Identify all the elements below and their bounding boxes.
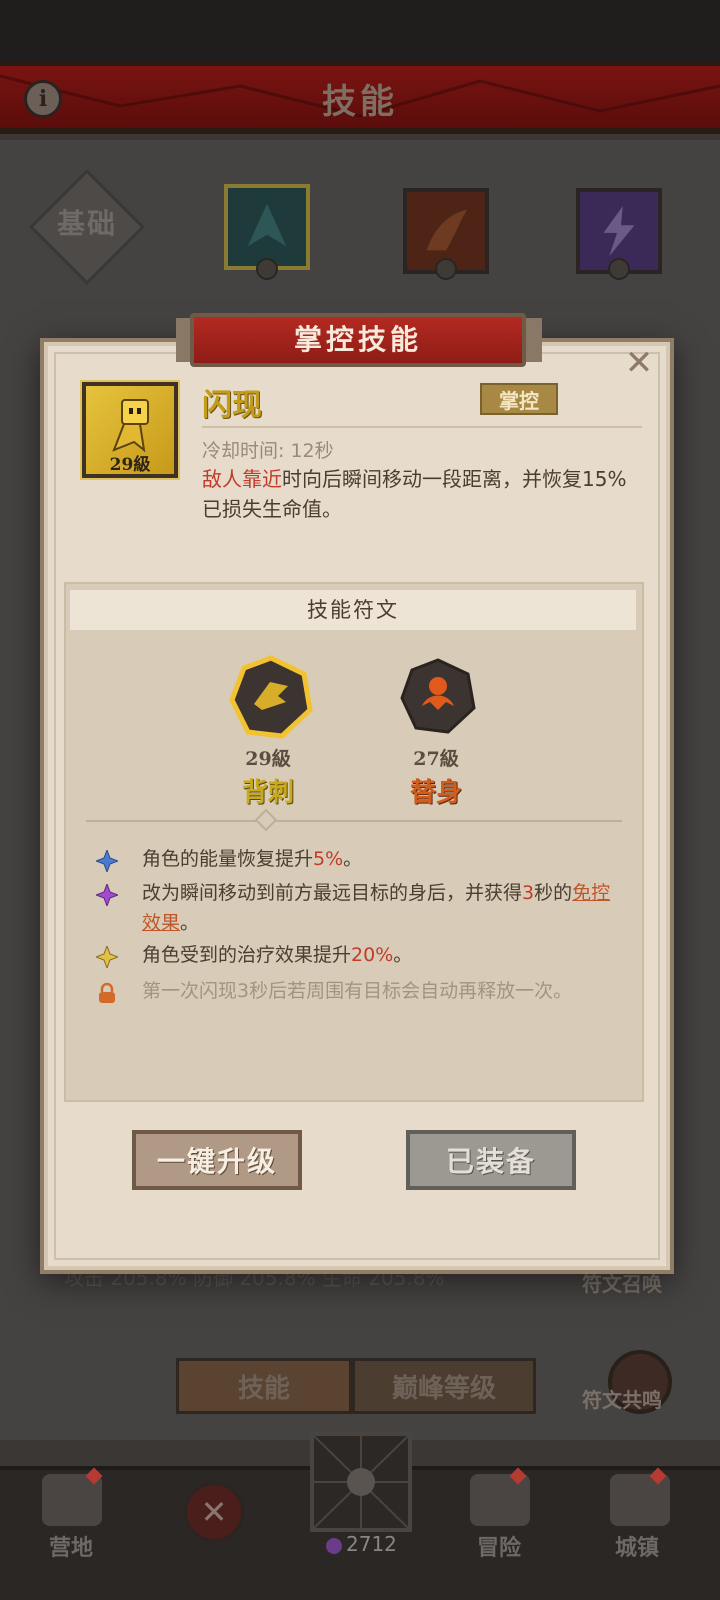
effect-text: 。	[393, 944, 413, 966]
nav-adventure[interactable]: 冒险	[444, 1530, 554, 1562]
runes-panel	[64, 582, 644, 1102]
tab-base-label: 基础	[56, 207, 117, 240]
slot-pip-icon	[256, 258, 278, 280]
effect-row: 角色受到的治疗效果提升20%。	[96, 940, 616, 970]
claw-skill-icon	[426, 209, 468, 251]
blue-star-icon	[96, 850, 118, 872]
bottom-tab-bar: 技能 巅峰等级	[176, 1358, 536, 1414]
one-click-upgrade-button[interactable]: 一键升级	[132, 1130, 302, 1190]
effect-row: 改为瞬间移动到前方最远目标的身后，并获得3秒的免控效果。	[96, 878, 616, 938]
skull-web-icon	[313, 1435, 409, 1529]
arrow-skill-icon	[247, 203, 287, 247]
skill-description: 敌人靠近时向后瞬间移动一段距离，并恢复15%已损失生命值。	[202, 464, 632, 524]
purple-star-icon	[96, 884, 118, 906]
rune-backstab[interactable]	[226, 652, 313, 739]
divider	[202, 426, 642, 428]
rune-double[interactable]	[398, 656, 478, 736]
rune-level: 29級	[245, 748, 291, 770]
effect-text: 。	[343, 848, 363, 870]
skill-cooldown: 冷却时间: 12秒	[202, 440, 334, 462]
slot-pip-icon	[608, 258, 630, 280]
rune-name: 替身	[409, 778, 462, 808]
effect-value: 5%	[313, 848, 344, 870]
nav-center-skull[interactable]	[310, 1432, 412, 1532]
tab-peak-level[interactable]: 巅峰等级	[352, 1358, 536, 1414]
lightning-skill-icon	[603, 205, 635, 257]
currency-amount: 2712	[346, 1532, 397, 1556]
blink-figure-icon	[112, 399, 149, 453]
skill-name: 闪现	[202, 388, 262, 423]
close-icon[interactable]: ✕	[622, 346, 656, 382]
nav-camp[interactable]: 营地	[16, 1530, 126, 1562]
effect-row-locked: 第一次闪现3秒后若周围有目标会自动再释放一次。	[96, 976, 616, 1006]
divider	[86, 820, 622, 822]
effect-row: 角色的能量恢复提升5%。	[96, 844, 616, 874]
effect-text: 秒的	[534, 882, 573, 904]
rune-level: 27級	[413, 748, 459, 770]
effect-text: 角色的能量恢复提升	[142, 848, 314, 870]
rune-name: 背刺	[241, 778, 294, 808]
skill-level: 29級	[109, 455, 151, 475]
info-button[interactable]: i	[24, 80, 62, 118]
effect-text: 角色受到的治疗效果提升	[142, 944, 352, 966]
rune-resonance-label: 符文共鸣	[582, 1388, 662, 1412]
nav-town[interactable]: 城镇	[582, 1530, 692, 1562]
slot-pip-icon	[435, 258, 457, 280]
status-bar	[0, 0, 720, 62]
page-title: 技能	[322, 82, 398, 122]
header-banner: 技能	[0, 62, 720, 134]
tab-skills[interactable]: 技能	[176, 1358, 352, 1414]
skill-type-badge: 掌控	[480, 383, 558, 415]
desc-highlight: 敌人靠近	[202, 467, 282, 491]
close-icon[interactable]: ✕	[184, 1482, 244, 1542]
gem-icon	[326, 1538, 342, 1554]
adventure-map-icon[interactable]	[470, 1474, 530, 1526]
gold-star-icon	[96, 946, 118, 968]
effect-text: 第一次闪现3秒后若周围有目标会自动再释放一次。	[142, 980, 573, 1002]
modal-title: 掌控技能	[190, 313, 526, 367]
equipped-button[interactable]: 已装备	[406, 1130, 576, 1190]
effect-text: 。	[180, 912, 200, 934]
effect-value: 3	[522, 882, 535, 904]
effect-value: 20%	[351, 944, 394, 966]
double-rune-icon	[400, 658, 476, 734]
backstab-rune-icon	[229, 655, 313, 739]
runes-title: 技能符文	[70, 590, 636, 630]
lock-icon	[99, 982, 115, 1003]
effect-text: 改为瞬间移动到前方最远目标的身后，并获得	[142, 882, 523, 904]
town-castle-icon[interactable]	[610, 1474, 670, 1526]
